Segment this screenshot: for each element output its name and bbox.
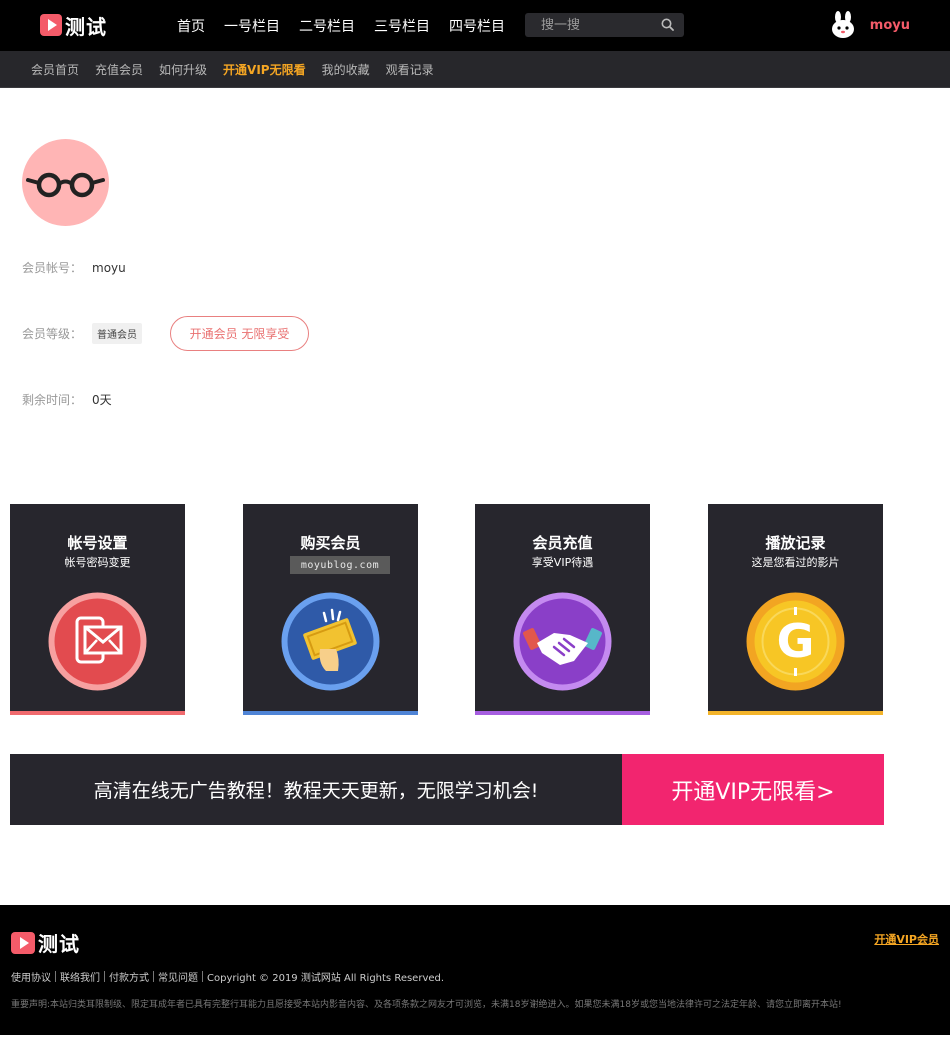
footer-link-contact[interactable]: 联络我们	[60, 969, 100, 984]
play-icon	[11, 931, 35, 954]
footer-logo[interactable]: 测试	[11, 928, 80, 957]
profile-avatar	[22, 139, 109, 226]
user-menu[interactable]: moyu	[830, 10, 910, 40]
card-title: 播放记录	[765, 534, 826, 552]
search-box	[525, 13, 684, 37]
search-input[interactable]	[525, 13, 655, 37]
subnav-watch-history[interactable]: 观看记录	[386, 61, 434, 78]
legal-notice: 重要声明:本站归类耳限制级、限定耳成年者已具有完整行耳能力且愿接受本站内影音内容…	[11, 1000, 842, 1010]
card-play-history[interactable]: 播放记录 这是您看过的影片 G	[708, 504, 883, 715]
account-label: 会员帐号：	[22, 261, 83, 275]
nav-item-column-3[interactable]: 三号栏目	[374, 16, 430, 36]
subnav-recharge[interactable]: 充值会员	[95, 61, 143, 78]
gold-coin-icon: G	[746, 592, 845, 691]
site-footer: 测试 开通VIP会员 使用协议 联络我们 付款方式 常见问题 Copyright…	[0, 905, 950, 1035]
card-accent-line	[243, 711, 418, 715]
nav-item-column-2[interactable]: 二号栏目	[299, 16, 355, 36]
logo-text: 测试	[65, 14, 107, 39]
level-label: 会员等级：	[22, 327, 83, 341]
copyright-text: Copyright © 2019 测试网站 All Rights Reserve…	[207, 973, 445, 984]
site-logo[interactable]: 测试	[40, 13, 107, 39]
glasses-icon	[26, 172, 105, 198]
divider	[55, 971, 56, 982]
account-value: moyu	[92, 260, 126, 275]
main-nav: 首页 一号栏目 二号栏目 三号栏目 四号栏目	[177, 0, 524, 51]
play-icon	[40, 14, 62, 36]
watermark-overlay: moyublog.com	[290, 556, 390, 574]
remaining-time-row: 剩余时间： 0天	[22, 391, 112, 408]
level-badge: 普通会员	[92, 323, 143, 344]
member-subnav: 会员首页 充值会员 如何升级 开通VIP无限看 我的收藏 观看记录	[0, 51, 950, 88]
open-vip-banner-button[interactable]: 开通VIP无限看>	[622, 754, 884, 825]
subnav-member-home[interactable]: 会员首页	[31, 61, 79, 78]
open-vip-button[interactable]: 开通会员 无限享受	[170, 316, 310, 351]
promo-banner: 高清在线无广告教程！教程天天更新，无限学习机会! 开通VIP无限看>	[10, 754, 884, 825]
search-icon[interactable]	[661, 18, 674, 31]
card-title: 帐号设置	[67, 534, 128, 552]
top-navbar: 测试 首页 一号栏目 二号栏目 三号栏目 四号栏目 moyu	[0, 0, 950, 51]
promo-text: 高清在线无广告教程！教程天天更新，无限学习机会!	[93, 780, 539, 802]
account-row: 会员帐号： moyu	[22, 259, 126, 276]
card-subtitle: 这是您看过的影片	[751, 556, 840, 569]
divider	[202, 971, 203, 982]
card-buy-membership[interactable]: 购买会员 开通会员特权	[243, 504, 418, 715]
card-member-recharge[interactable]: 会员充值 享受VIP待遇	[475, 504, 650, 715]
mail-phone-icon	[48, 592, 147, 691]
card-subtitle: 帐号密码变更	[64, 556, 131, 569]
footer-logo-text: 测试	[38, 932, 80, 956]
footer-link-terms[interactable]: 使用协议	[11, 969, 51, 984]
subnav-open-vip[interactable]: 开通VIP无限看	[223, 61, 306, 78]
card-subtitle: 享受VIP待遇	[531, 556, 594, 569]
card-accent-line	[708, 711, 883, 715]
subnav-favorites[interactable]: 我的收藏	[322, 61, 370, 78]
subnav-how-upgrade[interactable]: 如何升级	[159, 61, 207, 78]
ticket-hand-icon	[281, 592, 380, 691]
svg-text:G: G	[777, 614, 815, 668]
nav-item-home[interactable]: 首页	[177, 16, 205, 36]
remaining-time-label: 剩余时间：	[22, 393, 83, 407]
divider	[153, 971, 154, 982]
footer-links: 使用协议 联络我们 付款方式 常见问题 Copyright © 2019 测试网…	[11, 969, 444, 984]
card-title: 会员充值	[532, 534, 593, 552]
rabbit-avatar-icon[interactable]	[830, 11, 856, 39]
username[interactable]: moyu	[870, 18, 910, 33]
card-account-settings[interactable]: 帐号设置 帐号密码变更	[10, 504, 185, 715]
nav-item-column-1[interactable]: 一号栏目	[224, 16, 280, 36]
handshake-icon	[513, 592, 612, 691]
level-row: 会员等级： 普通会员 开通会员 无限享受	[22, 316, 310, 351]
footer-link-faq[interactable]: 常见问题	[158, 969, 198, 984]
nav-item-column-4[interactable]: 四号栏目	[449, 16, 505, 36]
footer-open-vip-link[interactable]: 开通VIP会员	[874, 931, 939, 947]
divider	[104, 971, 105, 982]
card-title: 购买会员	[300, 534, 361, 552]
card-accent-line	[10, 711, 185, 715]
remaining-time-value: 0天	[92, 393, 112, 407]
footer-link-payment[interactable]: 付款方式	[109, 969, 149, 984]
card-accent-line	[475, 711, 650, 715]
